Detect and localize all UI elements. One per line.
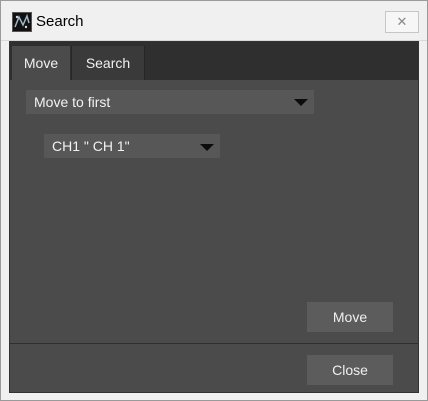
- tab-move-label: Move: [23, 55, 59, 71]
- search-window: Search ✕ Move Search Move to first CH1 "…: [0, 0, 428, 401]
- triangle-down-icon: [200, 144, 214, 151]
- tab-strip: Move Search: [10, 42, 418, 80]
- close-icon[interactable]: ✕: [385, 11, 419, 33]
- tab-search[interactable]: Search: [71, 46, 145, 80]
- channel-dropdown[interactable]: CH1 " CH 1": [44, 134, 220, 158]
- app-icon: [12, 12, 32, 32]
- tab-move[interactable]: Move: [12, 46, 70, 80]
- close-button[interactable]: Close: [307, 355, 393, 385]
- move-button[interactable]: Move: [307, 302, 393, 332]
- move-mode-dropdown[interactable]: Move to first: [26, 90, 314, 114]
- move-mode-value: Move to first: [34, 94, 111, 110]
- title-bar[interactable]: Search ✕: [1, 1, 427, 41]
- footer-divider: [10, 343, 418, 344]
- triangle-down-icon: [294, 99, 308, 106]
- channel-value: CH1 " CH 1": [52, 138, 130, 154]
- dialog-body: Move Search Move to first CH1 " CH 1" Mo…: [9, 41, 419, 393]
- window-title: Search: [36, 13, 84, 30]
- tab-search-label: Search: [85, 55, 131, 71]
